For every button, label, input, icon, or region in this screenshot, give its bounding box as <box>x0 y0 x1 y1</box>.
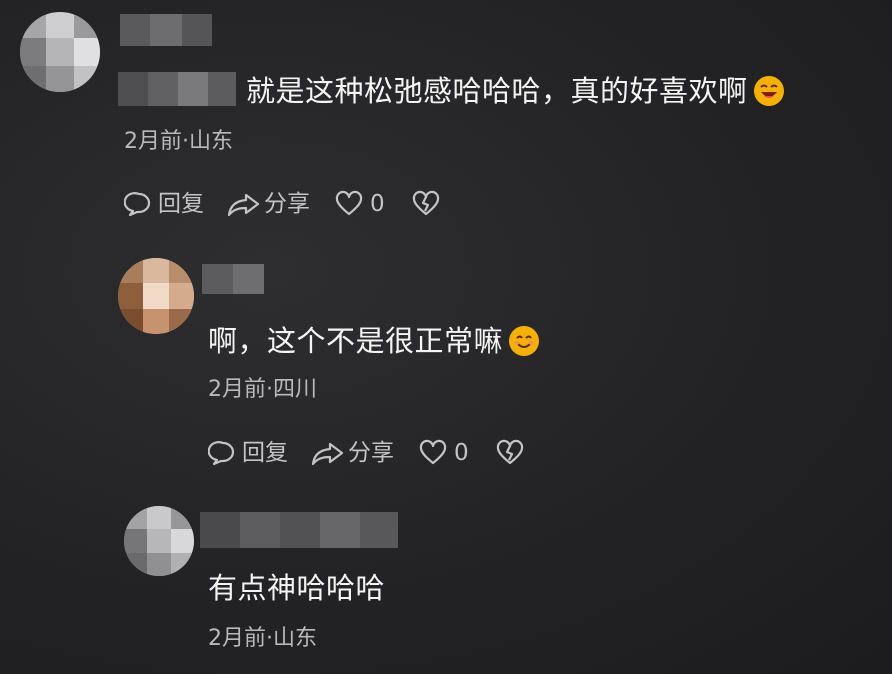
like-count: 0 <box>454 440 469 466</box>
username-blurred[interactable] <box>200 512 398 548</box>
share-icon <box>310 438 346 468</box>
reply-target-blurred <box>118 72 236 106</box>
comment-text: 啊，这个不是很正常嘛 <box>208 324 504 358</box>
smiling-emoji-icon <box>509 326 540 356</box>
dislike-button[interactable] <box>411 189 441 219</box>
username-blurred[interactable] <box>120 14 212 46</box>
share-label: 分享 <box>264 191 310 217</box>
comment-meta: 2月前·山东 <box>124 129 233 154</box>
comment-meta: 2月前·山东 <box>208 626 317 651</box>
comment-text: 就是这种松弛感哈哈哈，真的好喜欢啊 <box>246 74 748 108</box>
comment-text-row: 啊，这个不是很正常嘛 <box>208 323 540 359</box>
share-icon <box>226 189 262 219</box>
reply-button[interactable]: 回复 <box>124 189 204 219</box>
like-button[interactable]: 0 <box>418 438 469 468</box>
reply-label: 回复 <box>242 440 288 466</box>
like-button[interactable]: 0 <box>334 189 385 219</box>
comment-actions: 回复 分享 0 <box>124 189 441 219</box>
share-label: 分享 <box>348 440 394 466</box>
dislike-button[interactable] <box>495 438 525 468</box>
comment-actions: 回复 分享 0 <box>208 438 525 468</box>
avatar[interactable] <box>20 12 100 92</box>
reply-button[interactable]: 回复 <box>208 438 288 468</box>
comment-meta: 2月前·四川 <box>208 377 317 402</box>
avatar[interactable] <box>118 258 194 334</box>
broken-heart-icon <box>495 438 525 468</box>
heart-icon <box>418 438 448 468</box>
reply-icon <box>208 438 238 468</box>
heart-icon <box>334 189 364 219</box>
share-button[interactable]: 分享 <box>310 438 394 468</box>
laughing-emoji-icon <box>753 76 784 106</box>
comment-text-row: 就是这种松弛感哈哈哈，真的好喜欢啊 <box>246 73 784 109</box>
reply-icon <box>124 189 154 219</box>
broken-heart-icon <box>411 189 441 219</box>
avatar[interactable] <box>124 506 194 576</box>
comment-text: 有点神哈哈哈 <box>208 571 386 605</box>
like-count: 0 <box>370 191 385 217</box>
username-blurred[interactable] <box>202 264 264 294</box>
share-button[interactable]: 分享 <box>226 189 310 219</box>
reply-label: 回复 <box>158 191 204 217</box>
